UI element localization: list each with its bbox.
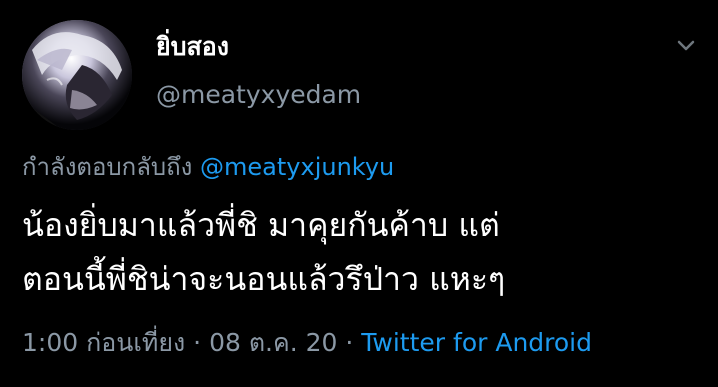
reply-context: กำลังตอบกลับถึง @meatyxjunkyu xyxy=(22,150,394,184)
tweet-time[interactable]: 1:00 ก่อนเที่ยง xyxy=(22,328,185,357)
username[interactable]: @meatyxyedam xyxy=(156,78,361,112)
tweet-meta: 1:00 ก่อนเที่ยง · 08 ต.ค. 20 · Twitter f… xyxy=(22,326,592,360)
chevron-down-icon[interactable] xyxy=(674,36,698,56)
reply-mention-link[interactable]: @meatyxjunkyu xyxy=(200,153,394,181)
meta-separator: · xyxy=(185,328,210,357)
avatar[interactable] xyxy=(22,20,132,130)
meta-separator: · xyxy=(337,328,362,357)
tweet-source-link[interactable]: Twitter for Android xyxy=(361,328,592,357)
tweet-text-line-2: ตอนนี้พี่ชิน่าจะนอนแล้วรึป่าว แหะๆ xyxy=(22,260,506,298)
tweet-date[interactable]: 08 ต.ค. 20 xyxy=(209,328,337,357)
display-name[interactable]: ยิ่บสอง xyxy=(156,30,229,64)
avatar-image xyxy=(22,20,132,130)
tweet-card: ยิ่บสอง @meatyxyedam กำลังตอบกลับถึง @me… xyxy=(0,0,718,387)
tweet-text-line-1: น้องยิ่บมาแล้วพี่ชิ มาคุยกันค้าบ แต่ xyxy=(22,206,500,244)
tweet-text: น้องยิ่บมาแล้วพี่ชิ มาคุยกันค้าบ แต่ ตอน… xyxy=(22,198,702,306)
reply-prefix: กำลังตอบกลับถึง xyxy=(22,153,193,181)
